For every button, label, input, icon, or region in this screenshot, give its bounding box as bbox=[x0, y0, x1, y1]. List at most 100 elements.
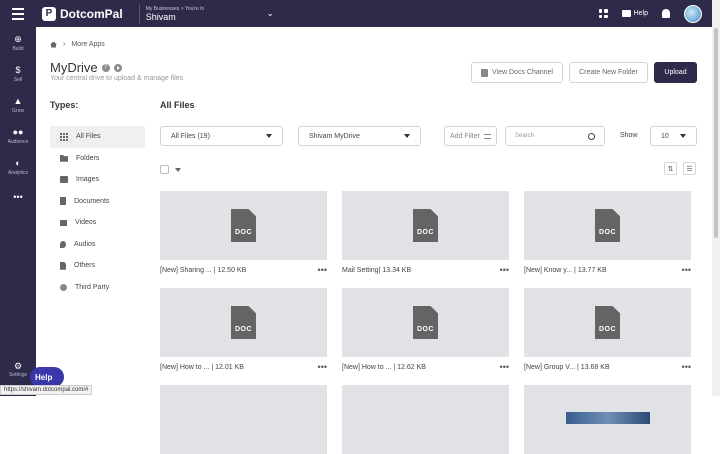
photo-preview bbox=[565, 411, 650, 424]
type-videos[interactable]: Videos bbox=[50, 212, 145, 234]
upload-label: Upload bbox=[664, 69, 687, 76]
doc-file-icon: DOC bbox=[231, 209, 256, 242]
type-label: Videos bbox=[75, 219, 97, 227]
file-thumbnail[interactable]: DOC bbox=[160, 191, 327, 260]
type-documents[interactable]: Documents bbox=[50, 191, 145, 213]
play-video-icon[interactable] bbox=[113, 63, 122, 72]
document-icon bbox=[481, 68, 489, 77]
more-options-icon[interactable]: ••• bbox=[500, 265, 509, 275]
menu-icon[interactable] bbox=[0, 0, 36, 27]
analytics-icon: ◐ bbox=[15, 157, 21, 168]
type-images[interactable]: Images bbox=[50, 169, 145, 191]
chevron-down-icon[interactable]: ⌄ bbox=[266, 8, 274, 19]
sidebar-item-label: Build bbox=[12, 45, 24, 52]
file-card[interactable] bbox=[524, 385, 691, 454]
file-thumbnail[interactable]: DOC bbox=[160, 288, 327, 357]
drive-dropdown[interactable]: Shivam MyDrive bbox=[298, 126, 421, 146]
file-card[interactable]: DOC [New] Sharing ... | 12.50 KB ••• bbox=[160, 191, 327, 275]
main-content: › More Apps MyDrive ? Your central drive… bbox=[36, 27, 712, 454]
file-card[interactable]: DOC [New] Group V... | 13.68 KB ••• bbox=[524, 288, 691, 372]
file-thumbnail[interactable]: DOC bbox=[342, 191, 509, 260]
help-label: Help bbox=[633, 10, 648, 17]
file-thumbnail[interactable]: DOC bbox=[342, 288, 509, 357]
business-switcher[interactable]: My Businesses > You're In Shivam bbox=[138, 3, 204, 24]
file-thumbnail[interactable] bbox=[160, 385, 327, 454]
breadcrumb-current[interactable]: More Apps bbox=[71, 41, 104, 48]
more-options-icon[interactable]: ••• bbox=[318, 362, 327, 372]
brand-logo[interactable]: P DotcomPal bbox=[42, 6, 123, 21]
help-button[interactable]: Help bbox=[621, 10, 648, 17]
search-input[interactable]: Search bbox=[505, 126, 605, 146]
file-thumbnail[interactable] bbox=[342, 385, 509, 454]
apps-grid-icon[interactable] bbox=[598, 9, 608, 18]
home-icon[interactable] bbox=[50, 41, 57, 48]
file-name: [New] How to ... | 12.01 KB bbox=[160, 363, 244, 371]
file-card[interactable]: DOC Mail Setting| 13.34 KB ••• bbox=[342, 191, 509, 275]
upload-button[interactable]: Upload bbox=[654, 62, 697, 83]
search-icon[interactable] bbox=[588, 132, 595, 140]
create-folder-label: Create New Folder bbox=[579, 69, 638, 76]
doc-file-icon: DOC bbox=[595, 306, 620, 339]
sidebar-item-build[interactable]: ⊕ Build bbox=[0, 27, 36, 58]
page-size-dropdown[interactable]: 10 bbox=[650, 126, 697, 146]
more-options-icon[interactable]: ••• bbox=[682, 265, 691, 275]
doc-file-icon: DOC bbox=[413, 306, 438, 339]
select-all-checkbox[interactable] bbox=[160, 165, 169, 174]
caret-down-icon[interactable] bbox=[175, 168, 181, 172]
dollar-icon: $ bbox=[15, 64, 21, 75]
sidebar-item-analytics[interactable]: ◐ Analytics bbox=[0, 151, 36, 182]
avatar[interactable] bbox=[684, 4, 702, 23]
view-docs-label: View Docs Channel bbox=[492, 69, 553, 76]
file-card[interactable]: DOC [New] Know y... | 13.77 KB ••• bbox=[524, 191, 691, 275]
brand-name: DotcomPal bbox=[60, 6, 123, 21]
more-options-icon[interactable]: ••• bbox=[318, 265, 327, 275]
sidebar-item-label: Sell bbox=[13, 76, 23, 83]
file-name: [New] How to ... | 12.62 KB bbox=[342, 363, 426, 371]
type-audios[interactable]: Audios bbox=[50, 234, 145, 256]
sidebar-item-grow[interactable]: ▲ Grow bbox=[0, 89, 36, 120]
help-circle-icon[interactable]: ? bbox=[101, 63, 110, 72]
third-party-icon bbox=[60, 283, 67, 291]
type-all-files[interactable]: All Files bbox=[50, 126, 145, 148]
view-docs-channel-button[interactable]: View Docs Channel bbox=[471, 62, 563, 83]
more-dots-icon: ••• bbox=[13, 191, 23, 202]
sidebar-item-more[interactable]: ••• bbox=[0, 182, 36, 213]
list-view-button[interactable]: ☰ bbox=[683, 162, 696, 175]
file-card[interactable] bbox=[160, 385, 327, 454]
image-thumbnail[interactable] bbox=[524, 385, 691, 454]
file-name: [New] Sharing ... | 12.50 KB bbox=[160, 266, 247, 274]
page-title: MyDrive ? bbox=[50, 60, 122, 75]
type-others[interactable]: Others bbox=[50, 255, 145, 277]
type-folders[interactable]: Folders bbox=[50, 148, 145, 170]
sidebar-item-sell[interactable]: $ Sell bbox=[0, 58, 36, 89]
file-thumbnail[interactable]: DOC bbox=[524, 288, 691, 357]
more-options-icon[interactable]: ••• bbox=[682, 362, 691, 372]
document-icon bbox=[60, 197, 66, 206]
file-card[interactable]: DOC [New] How to ... | 12.62 KB ••• bbox=[342, 288, 509, 372]
grow-icon: ▲ bbox=[13, 95, 23, 106]
sort-button[interactable]: ⇅ bbox=[664, 162, 677, 175]
grid-icon bbox=[60, 133, 68, 142]
file-name: Mail Setting| 13.34 KB bbox=[342, 266, 412, 274]
bell-icon[interactable] bbox=[662, 9, 670, 18]
type-third-party[interactable]: Third Party bbox=[50, 277, 145, 299]
filter-icon bbox=[483, 133, 491, 139]
file-type-dropdown[interactable]: All Files (19) bbox=[160, 126, 283, 146]
show-label: Show bbox=[620, 132, 638, 139]
help-chat-button[interactable]: Help bbox=[30, 367, 64, 387]
type-label: All Files bbox=[76, 133, 101, 141]
scrollbar[interactable] bbox=[712, 0, 720, 396]
list-icon: ☰ bbox=[686, 165, 693, 173]
page-subtitle: Your central drive to upload & manage fi… bbox=[50, 75, 184, 82]
file-thumbnail[interactable]: DOC bbox=[524, 191, 691, 260]
sidebar-item-audience[interactable]: ●● Audience bbox=[0, 120, 36, 151]
more-options-icon[interactable]: ••• bbox=[500, 362, 509, 372]
drive-value: Shivam MyDrive bbox=[309, 132, 360, 140]
create-folder-button[interactable]: Create New Folder bbox=[569, 62, 648, 83]
file-card[interactable]: DOC [New] How to ... | 12.01 KB ••• bbox=[160, 288, 327, 372]
business-name: Shivam bbox=[145, 11, 176, 22]
scrollbar-thumb[interactable] bbox=[714, 28, 718, 238]
file-card[interactable] bbox=[342, 385, 509, 454]
plus-circle-icon: ⊕ bbox=[14, 33, 22, 44]
add-filter-button[interactable]: Add Filter bbox=[444, 126, 497, 146]
